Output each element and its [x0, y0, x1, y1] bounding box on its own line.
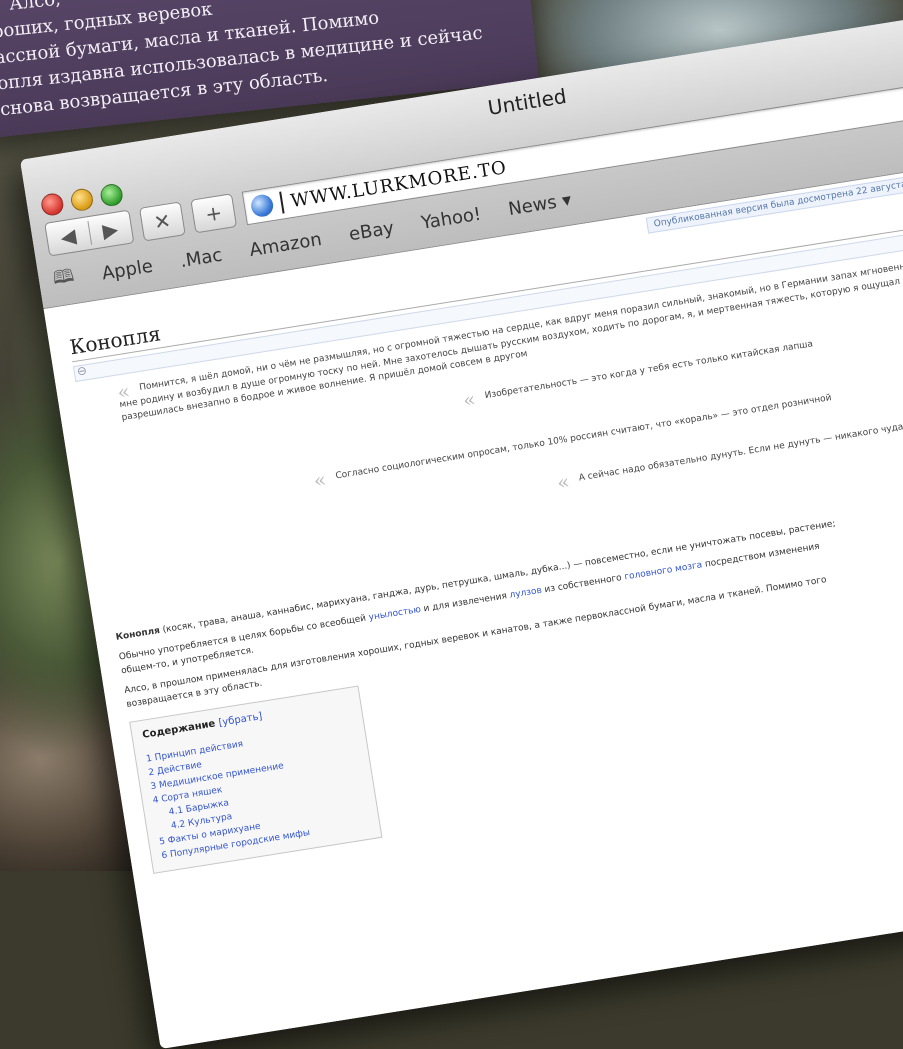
bookmark-amazon[interactable]: Amazon [248, 228, 323, 260]
table-of-contents: Содержание [убрать] 1 Принцип действия 2… [129, 685, 383, 874]
stop-button[interactable]: ✕ [138, 201, 186, 242]
add-bookmark-button[interactable]: + [190, 193, 238, 234]
bookmark-yahoo[interactable]: Yahoo! [420, 203, 483, 233]
link-unylost[interactable]: унылостью [368, 605, 422, 623]
link-brain[interactable]: головного мозга [624, 560, 703, 582]
bookmark-apple[interactable]: Apple [100, 255, 154, 284]
toc-heading: Содержание [141, 718, 217, 741]
paragraph-text: из собственного [543, 573, 623, 596]
close-window-button[interactable] [39, 191, 65, 218]
zoom-window-button[interactable] [99, 182, 125, 208]
bookmark-ebay[interactable]: eBay [347, 217, 395, 245]
text-cursor [279, 191, 285, 214]
minimize-window-button[interactable] [69, 187, 95, 213]
link-lulz[interactable]: лулзов [509, 586, 543, 601]
paragraph-text: и для извлечения [422, 591, 508, 615]
quote-text: Согласно социологическим опросам, только… [334, 393, 833, 482]
back-button[interactable]: ◀ [45, 221, 92, 252]
browser-window: Untitled ◀ ▶ ✕ + WWW.LURKMORE.TO 🕮 Apple… [20, 0, 903, 1049]
quote-mark-icon: « [311, 467, 328, 493]
quote-mark-icon: « [555, 469, 572, 495]
bookmark-mac[interactable]: .Mac [179, 244, 224, 271]
toc-hide-link[interactable]: [убрать] [218, 711, 263, 729]
bookmark-news[interactable]: News ▾ [507, 189, 573, 220]
book-icon[interactable]: 🕮 [51, 263, 77, 296]
search-icon: ⊖ [75, 363, 88, 379]
globe-icon [249, 193, 275, 219]
forward-button[interactable]: ▶ [88, 215, 133, 245]
nav-buttons: ◀ ▶ [44, 209, 135, 257]
term-bold: Конопля [115, 625, 161, 643]
article-body: Конопля (косяк, трава, анаша, каннабис, … [115, 490, 903, 712]
quote-mark-icon: « [461, 386, 478, 413]
